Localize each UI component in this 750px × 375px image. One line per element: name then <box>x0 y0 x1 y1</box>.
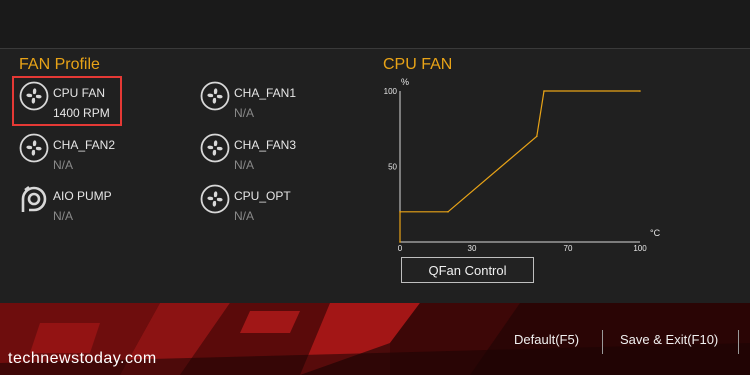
fan-curve-point <box>543 90 545 92</box>
y-axis-label: % <box>401 77 409 87</box>
fan-name: CHA_FAN3 <box>234 138 297 152</box>
footer-divider <box>602 330 603 354</box>
fan-curve-chart[interactable]: 0 30 70 100 50 100 % °C <box>370 72 670 252</box>
fan-curve-point <box>536 135 538 138</box>
top-band <box>0 0 750 49</box>
fan-speed: N/A <box>234 158 255 172</box>
fan-curve-point <box>639 90 641 92</box>
bios-window: FAN Profile CPU FAN 1400 RPM CHA_FAN1 N/… <box>0 0 750 375</box>
fan-curve-point <box>399 241 401 243</box>
fan-curve-point <box>399 211 401 213</box>
chart-axes <box>399 91 640 243</box>
chart-series <box>399 90 641 243</box>
fan-icon <box>200 81 230 111</box>
fan-item-cpu-opt[interactable]: CPU_OPT N/A <box>200 184 291 226</box>
pump-icon <box>21 186 47 212</box>
fan-speed: N/A <box>234 106 255 120</box>
fan-profile-title: FAN Profile <box>19 56 100 73</box>
y-tick-label: 50 <box>388 163 397 172</box>
x-axis-label: °C <box>650 228 661 238</box>
selection-highlight <box>12 76 122 126</box>
x-tick-label: 70 <box>564 244 573 252</box>
fan-item-cha-fan3[interactable]: CHA_FAN3 N/A <box>200 133 296 175</box>
fan-name: AIO PUMP <box>53 189 112 203</box>
fan-icon <box>200 133 230 163</box>
fan-icon <box>19 133 49 163</box>
x-tick-label: 0 <box>398 244 403 252</box>
fan-icon <box>200 184 230 214</box>
fan-speed: N/A <box>53 209 74 223</box>
fan-speed: N/A <box>53 158 74 172</box>
fan-name: CHA_FAN1 <box>234 86 297 100</box>
x-tick-label: 30 <box>468 244 477 252</box>
fan-curve-point <box>447 211 449 213</box>
fan-item-cha-fan2[interactable]: CHA_FAN2 N/A <box>19 133 115 175</box>
fan-name: CPU_OPT <box>234 189 291 203</box>
fan-item-cha-fan1[interactable]: CHA_FAN1 N/A <box>200 81 296 123</box>
fan-name: CHA_FAN2 <box>53 138 116 152</box>
default-button[interactable]: Default(F5) <box>514 332 579 347</box>
footer-divider <box>738 330 739 354</box>
fan-speed: N/A <box>234 209 255 223</box>
save-exit-button[interactable]: Save & Exit(F10) <box>620 332 718 347</box>
qfan-control-button[interactable]: QFan Control <box>401 257 534 283</box>
fan-curve-line <box>399 90 640 242</box>
bottom-bar: Default(F5) Save & Exit(F10) technewstod… <box>0 303 750 375</box>
y-tick-label: 100 <box>384 87 398 96</box>
x-tick-label: 100 <box>633 244 647 252</box>
watermark: technewstoday.com <box>8 350 157 367</box>
fan-item-aio-pump[interactable]: AIO PUMP N/A <box>19 184 112 226</box>
chart-ticks: 0 30 70 100 50 100 <box>384 87 648 252</box>
